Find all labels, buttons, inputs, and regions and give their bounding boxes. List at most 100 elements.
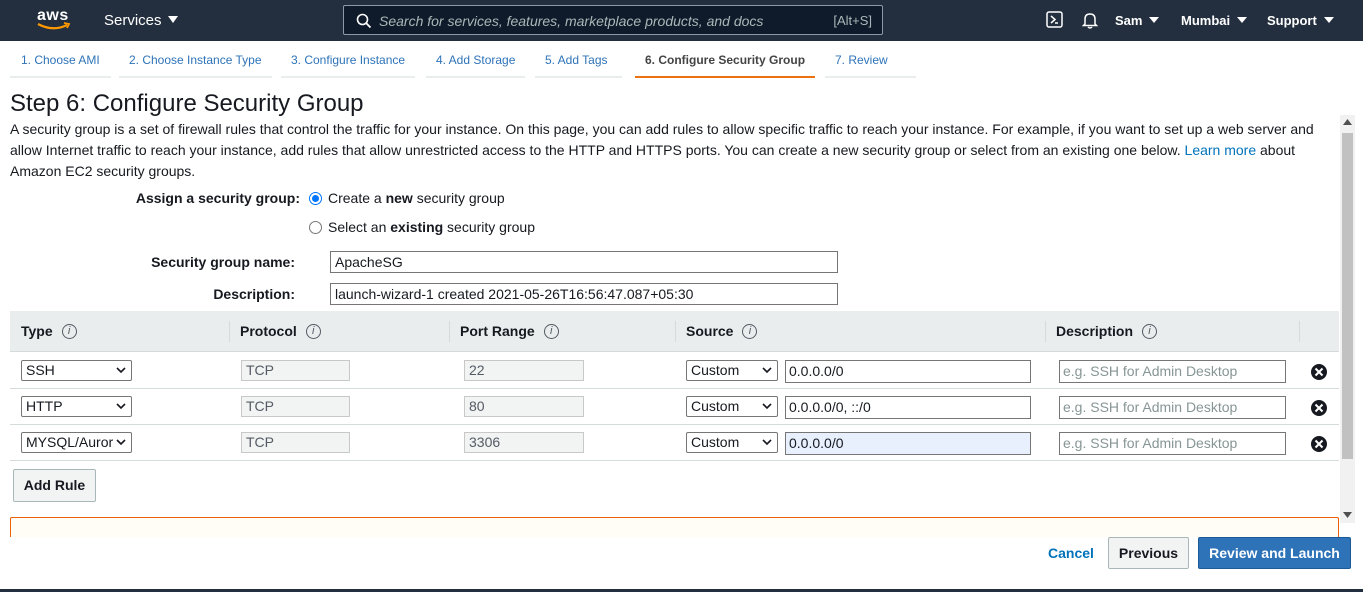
user-name: Sam xyxy=(1115,13,1143,28)
previous-button[interactable]: Previous xyxy=(1108,537,1189,569)
chevron-down-icon xyxy=(762,367,772,374)
services-label: Services xyxy=(104,12,162,29)
type-select[interactable]: MYSQL/Auror xyxy=(21,432,132,453)
column-divider xyxy=(1045,321,1046,342)
info-icon[interactable]: i xyxy=(61,323,77,339)
column-divider xyxy=(675,321,676,342)
warning-alert-box xyxy=(10,517,1339,537)
search-placeholder: Search for services, features, marketpla… xyxy=(379,13,764,29)
tab-add-storage[interactable]: 4. Add Storage xyxy=(426,53,526,78)
region-menu[interactable]: Mumbai xyxy=(1181,13,1248,28)
page-title: Step 6: Configure Security Group xyxy=(10,90,364,117)
type-select[interactable]: HTTP xyxy=(21,396,132,417)
protocol-field: TCP xyxy=(241,396,350,417)
learn-more-link[interactable]: Learn more xyxy=(1185,142,1257,158)
source-select[interactable]: Custom xyxy=(686,432,778,453)
protocol-field: TCP xyxy=(241,432,350,453)
remove-rule-icon[interactable] xyxy=(1310,399,1328,417)
scroll-down-icon[interactable] xyxy=(1343,512,1352,518)
remove-rule-icon[interactable] xyxy=(1310,435,1328,453)
scrollbar-thumb[interactable] xyxy=(1342,133,1353,459)
radio-button[interactable] xyxy=(309,220,322,234)
source-cidr-input[interactable]: 0.0.0.0/0 xyxy=(785,360,1031,383)
rule-description-input[interactable]: e.g. SSH for Admin Desktop xyxy=(1059,360,1286,383)
vertical-scrollbar[interactable] xyxy=(1340,115,1355,523)
scroll-up-icon[interactable] xyxy=(1343,119,1352,125)
support-label: Support xyxy=(1267,13,1317,28)
column-divider xyxy=(1299,321,1300,342)
source-cidr-input[interactable]: 0.0.0.0/0 xyxy=(785,432,1031,455)
header-source: Source i xyxy=(686,323,758,339)
info-icon[interactable]: i xyxy=(742,323,758,339)
radio-create-new-label: Create a new security group xyxy=(328,190,505,206)
chevron-down-icon xyxy=(762,403,772,410)
source-select[interactable]: Custom xyxy=(686,396,778,417)
terminal-icon[interactable] xyxy=(1046,11,1063,28)
port-range-field: 80 xyxy=(464,396,584,417)
radio-select-existing[interactable]: Select an existing security group xyxy=(309,219,535,235)
add-rule-button[interactable]: Add Rule xyxy=(13,469,96,502)
support-menu[interactable]: Support xyxy=(1267,13,1334,28)
info-icon[interactable]: i xyxy=(543,323,559,339)
tab-review[interactable]: 7. Review xyxy=(825,53,916,78)
table-row: HTTP TCP 80 Custom 0.0.0.0/0, ::/0 e.g. … xyxy=(10,389,1339,425)
caret-down-icon xyxy=(1237,17,1248,23)
chevron-down-icon xyxy=(762,439,772,446)
radio-button-selected[interactable] xyxy=(309,191,322,205)
review-and-launch-button[interactable]: Review and Launch xyxy=(1198,537,1351,569)
rule-description-input[interactable]: e.g. SSH for Admin Desktop xyxy=(1059,396,1286,419)
caret-down-icon xyxy=(167,16,178,23)
header-description: Description i xyxy=(1056,323,1158,339)
global-search[interactable]: Search for services, features, marketpla… xyxy=(343,5,883,35)
services-menu[interactable]: Services xyxy=(104,12,178,29)
column-divider xyxy=(229,321,230,342)
search-shortcut: [Alt+S] xyxy=(833,13,872,28)
description-label: Description: xyxy=(213,286,295,302)
intro-paragraph: A security group is a set of firewall ru… xyxy=(10,119,1330,182)
header-protocol: Protocol i xyxy=(240,323,321,339)
assign-security-group-label: Assign a security group: xyxy=(135,190,300,206)
chevron-down-icon xyxy=(116,439,126,446)
header-type: Type i xyxy=(21,323,77,339)
description-input[interactable]: launch-wizard-1 created 2021-05-26T16:56… xyxy=(330,283,838,305)
aws-logo[interactable]: aws xyxy=(37,7,77,33)
user-menu[interactable]: Sam xyxy=(1115,13,1160,28)
rule-description-input[interactable]: e.g. SSH for Admin Desktop xyxy=(1059,432,1286,455)
tab-configure-security-group[interactable]: 6. Configure Security Group xyxy=(635,53,816,78)
remove-rule-icon[interactable] xyxy=(1310,363,1328,381)
protocol-field: TCP xyxy=(241,360,350,381)
radio-create-new[interactable]: Create a new security group xyxy=(309,190,505,206)
bell-icon[interactable] xyxy=(1081,11,1099,29)
tab-configure-instance[interactable]: 3. Configure Instance xyxy=(281,53,416,78)
radio-select-existing-label: Select an existing security group xyxy=(328,219,535,235)
table-header: Type i Protocol i Port Range i Source i Desc… xyxy=(10,311,1339,352)
security-group-name-input[interactable]: ApacheSG xyxy=(330,251,838,273)
cancel-link[interactable]: Cancel xyxy=(1048,545,1094,561)
source-select[interactable]: Custom xyxy=(686,360,778,381)
info-icon[interactable]: i xyxy=(305,323,321,339)
search-icon xyxy=(356,13,372,29)
type-select[interactable]: SSH xyxy=(21,360,132,381)
info-icon[interactable]: i xyxy=(1142,323,1158,339)
port-range-field: 3306 xyxy=(464,432,584,453)
header-port-range: Port Range i xyxy=(460,323,559,339)
top-navigation-bar: aws Services Search for services, featur… xyxy=(0,0,1363,41)
caret-down-icon xyxy=(1323,17,1334,23)
wizard-steps: 1. Choose AMI 2. Choose Instance Type 3.… xyxy=(0,41,1363,79)
table-row: SSH TCP 22 Custom 0.0.0.0/0 e.g. SSH for… xyxy=(10,353,1339,389)
aws-smile-icon xyxy=(37,22,71,30)
tab-choose-ami[interactable]: 1. Choose AMI xyxy=(10,53,111,78)
port-range-field: 22 xyxy=(464,360,584,381)
column-divider xyxy=(449,321,450,342)
source-cidr-input[interactable]: 0.0.0.0/0, ::/0 xyxy=(785,396,1031,419)
wizard-footer: Cancel Previous Review and Launch xyxy=(0,537,1363,592)
tab-choose-instance-type[interactable]: 2. Choose Instance Type xyxy=(119,53,272,78)
intro-text: A security group is a set of firewall ru… xyxy=(10,121,1314,158)
region-name: Mumbai xyxy=(1181,13,1231,28)
caret-down-icon xyxy=(1149,17,1160,23)
chevron-down-icon xyxy=(116,403,126,410)
tab-add-tags[interactable]: 5. Add Tags xyxy=(535,53,622,78)
security-group-name-label: Security group name: xyxy=(151,254,295,270)
chevron-down-icon xyxy=(116,367,126,374)
table-row: MYSQL/Auror TCP 3306 Custom 0.0.0.0/0 e.… xyxy=(10,425,1339,461)
